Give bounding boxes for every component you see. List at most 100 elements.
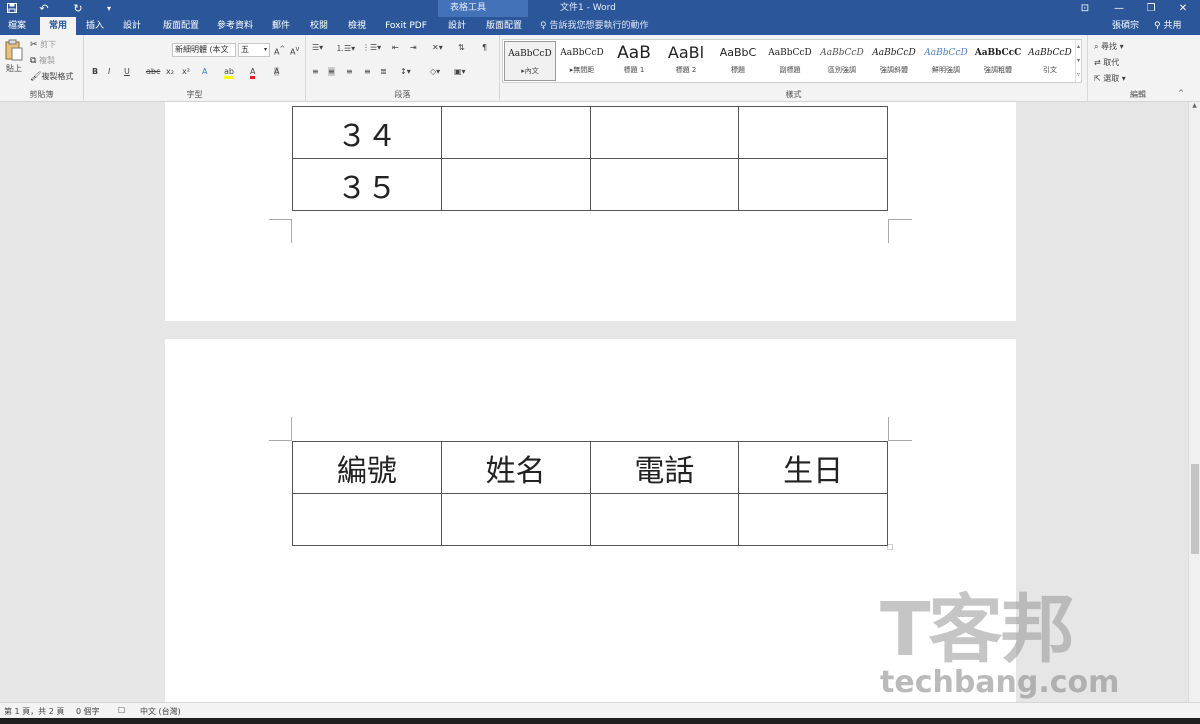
table-cell[interactable] <box>292 493 442 546</box>
font-color-button[interactable]: A <box>250 67 256 79</box>
style-emphasis-preview: AaBbCcD <box>872 48 916 58</box>
align-right-icon[interactable]: ≡ <box>346 67 353 76</box>
paste-button[interactable]: 貼上 <box>3 39 25 74</box>
highlight-button[interactable]: ab <box>224 67 234 79</box>
table-cell[interactable] <box>589 158 740 211</box>
find-button[interactable]: ⌕ 尋找 ▾ <box>1094 41 1124 52</box>
table-header-cell[interactable]: 編號 <box>292 441 442 494</box>
select-button[interactable]: ⇱ 選取 ▾ <box>1094 73 1126 84</box>
shrink-font-button[interactable]: Av <box>290 45 299 57</box>
word-count[interactable]: 0 個字 <box>76 706 100 717</box>
collapse-ribbon-icon[interactable]: ^ <box>1178 89 1184 97</box>
proofing-icon[interactable]: ☐ <box>118 706 125 715</box>
distributed-icon[interactable]: ≣ <box>380 67 387 76</box>
tell-me-box[interactable]: ♀ 告訴我您想要執行的動作 <box>540 17 648 35</box>
table-cell[interactable] <box>589 493 740 546</box>
show-marks-icon[interactable]: ¶ <box>482 43 487 52</box>
style-no-spacing[interactable]: AaBbCcD ▸無間距 <box>556 41 608 81</box>
underline-button[interactable]: U <box>124 67 130 76</box>
sort-icon[interactable]: ⇅ <box>458 43 465 52</box>
bullets-icon[interactable]: ☰▾ <box>312 43 323 52</box>
undo-icon[interactable]: ↶ <box>36 0 52 17</box>
table-1[interactable]: ３４ ３５ <box>292 106 888 211</box>
table-cell[interactable] <box>440 158 591 211</box>
tab-foxit-pdf[interactable]: Foxit PDF <box>380 17 432 35</box>
styles-scroll[interactable]: ▴ ▾ ▿ <box>1075 40 1081 82</box>
ribbon-options-icon[interactable]: ⊡ <box>1070 0 1100 17</box>
style-normal[interactable]: AaBbCcD ▸內文 <box>504 41 556 81</box>
bold-button[interactable]: B <box>92 67 98 76</box>
tab-table-layout[interactable]: 版面配置 <box>478 17 530 35</box>
align-center-icon[interactable]: ≡ <box>328 67 335 76</box>
close-icon[interactable]: ✕ <box>1168 0 1198 17</box>
table-cell[interactable] <box>440 106 591 159</box>
style-quote[interactable]: AaBbCcD 引文 <box>1024 41 1076 81</box>
style-strong[interactable]: AaBbCcC 強調粗體 <box>972 41 1024 81</box>
tab-view[interactable]: 檢視 <box>342 17 372 35</box>
table-cell[interactable] <box>738 493 888 546</box>
style-emphasis[interactable]: AaBbCcD 強調斜體 <box>868 41 920 81</box>
replace-button[interactable]: ⇄ 取代 <box>1094 57 1119 68</box>
table-header-cell[interactable]: 生日 <box>738 441 888 494</box>
tab-file[interactable]: 檔案 <box>2 17 32 35</box>
asian-layout-icon[interactable]: ✕▾ <box>432 43 443 52</box>
scroll-thumb[interactable] <box>1191 464 1199 554</box>
decrease-indent-icon[interactable]: ⇤ <box>392 43 399 52</box>
align-left-icon[interactable]: ≡ <box>312 67 319 76</box>
table-cell[interactable]: ３５ <box>292 158 442 211</box>
tab-table-design[interactable]: 設計 <box>440 17 474 35</box>
copy-button[interactable]: ⧉ 複製 <box>30 55 55 66</box>
minimize-icon[interactable]: — <box>1104 0 1134 17</box>
table-header-cell[interactable]: 姓名 <box>440 441 591 494</box>
format-painter-button[interactable]: 🖌複製格式 <box>30 71 73 82</box>
style-subtitle[interactable]: AaBbCcD 副標題 <box>764 41 816 81</box>
justify-icon[interactable]: ≡ <box>364 67 371 76</box>
subscript-button[interactable]: x₂ <box>166 67 174 76</box>
tab-home[interactable]: 常用 <box>40 17 76 35</box>
tab-layout[interactable]: 版面配置 <box>158 17 204 35</box>
table-resize-handle[interactable]: □ <box>887 543 894 551</box>
scroll-up-icon[interactable]: ▲ <box>1189 102 1200 112</box>
user-name[interactable]: 張碩宗 <box>1112 17 1139 35</box>
numbering-icon[interactable]: ⒈☰▾ <box>336 43 355 54</box>
table-cell[interactable] <box>589 106 740 159</box>
style-intense-emphasis[interactable]: AaBbCcD 鮮明強調 <box>920 41 972 81</box>
tab-design[interactable]: 設計 <box>116 17 148 35</box>
save-icon[interactable] <box>4 0 20 17</box>
style-subtle-emphasis[interactable]: AaBbCcD 區別強調 <box>816 41 868 81</box>
italic-button[interactable]: I <box>108 67 110 76</box>
tab-review[interactable]: 校閱 <box>304 17 334 35</box>
font-size-select[interactable]: 五 ▾ <box>238 43 270 57</box>
style-heading-1[interactable]: AaB 標題 1 <box>608 41 660 81</box>
table-cell[interactable] <box>738 158 888 211</box>
superscript-button[interactable]: x² <box>182 67 190 76</box>
page-count[interactable]: 第 1 頁，共 2 頁 <box>4 706 64 717</box>
cut-button[interactable]: ✂ 剪下 <box>30 39 56 50</box>
language-indicator[interactable]: 中文 (台灣) <box>140 706 181 717</box>
tab-insert[interactable]: 插入 <box>80 17 110 35</box>
vertical-scrollbar[interactable]: ▲ <box>1188 102 1200 702</box>
tab-references[interactable]: 參考資料 <box>212 17 258 35</box>
restore-icon[interactable]: ❐ <box>1136 0 1166 17</box>
style-heading-2[interactable]: AaBl 標題 2 <box>660 41 712 81</box>
shading-icon[interactable]: ◇▾ <box>430 67 440 76</box>
table-2[interactable]: 編號 姓名 電話 生日 <box>292 441 888 546</box>
style-title[interactable]: AaBbC 標題 <box>712 41 764 81</box>
borders-icon[interactable]: ▣▾ <box>454 67 466 76</box>
table-cell[interactable] <box>738 106 888 159</box>
font-name-select[interactable]: 新細明體 (本文 <box>172 43 236 57</box>
table-header-cell[interactable]: 電話 <box>589 441 740 494</box>
tab-mailings[interactable]: 郵件 <box>266 17 296 35</box>
grow-font-button[interactable]: A^ <box>274 45 285 57</box>
table-cell[interactable] <box>440 493 591 546</box>
strikethrough-button[interactable]: abc <box>146 67 160 76</box>
customize-toolbar-icon[interactable]: ▾ <box>102 0 116 17</box>
redo-icon[interactable]: ↻ <box>70 0 86 17</box>
table-cell[interactable]: ３４ <box>292 106 442 159</box>
increase-indent-icon[interactable]: ⇥ <box>410 43 417 52</box>
multilevel-list-icon[interactable]: ⋮☰▾ <box>362 43 381 52</box>
char-shading-button[interactable]: A <box>274 67 280 76</box>
text-effects-button[interactable]: A <box>202 67 207 76</box>
line-spacing-icon[interactable]: ↕▾ <box>400 67 411 76</box>
share-button[interactable]: ⚲ 共用 <box>1154 17 1181 35</box>
